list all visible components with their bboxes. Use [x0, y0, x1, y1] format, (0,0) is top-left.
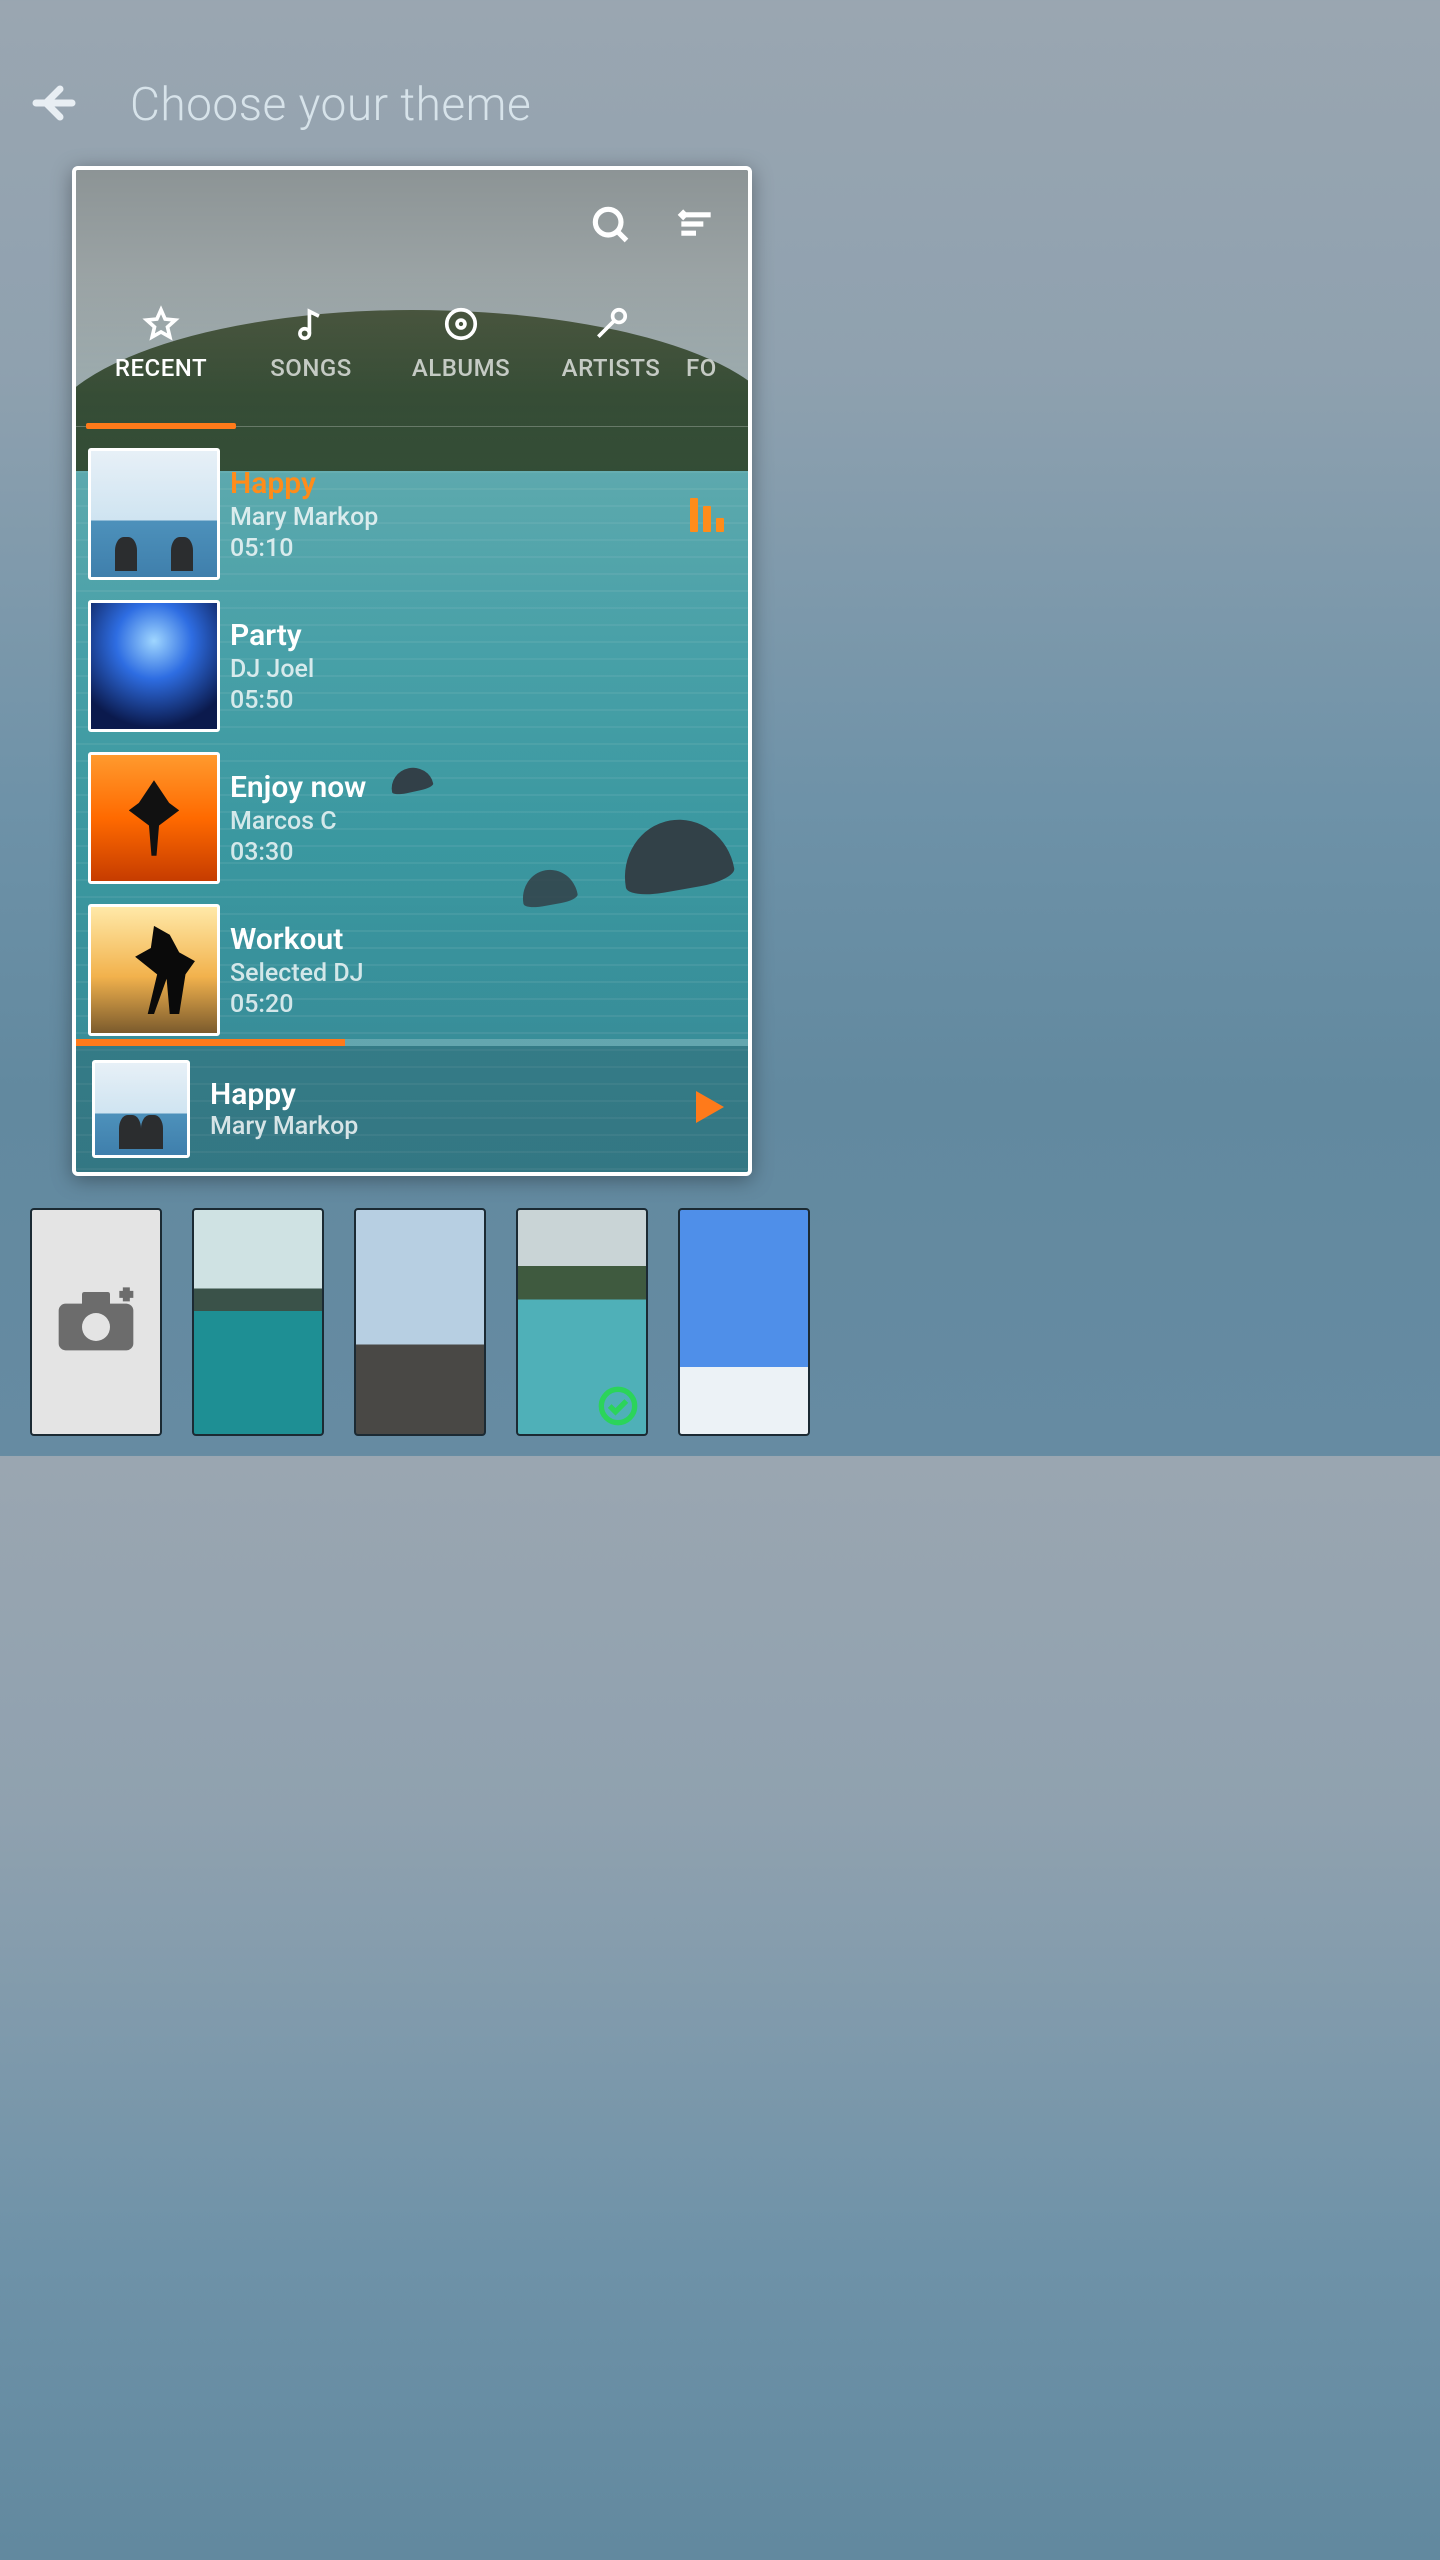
theme-preview: RECENT SONGS ALBUMS ARTISTS: [72, 166, 752, 1176]
track-artist: Marcos C: [230, 807, 366, 836]
theme-thumbnail[interactable]: [354, 1208, 486, 1436]
tab-indicator: [86, 423, 236, 429]
star-icon: [86, 300, 236, 348]
track-duration: 05:50: [230, 686, 314, 715]
tab-recent[interactable]: RECENT: [86, 300, 236, 382]
now-playing-bar[interactable]: Happy Mary Markop: [76, 1046, 748, 1172]
microphone-icon: [536, 300, 686, 348]
camera-add-icon: [53, 1285, 139, 1359]
track-row[interactable]: Happy Mary Markop 05:10: [88, 438, 736, 590]
tab-albums[interactable]: ALBUMS: [386, 300, 536, 382]
tab-artists[interactable]: ARTISTS: [536, 300, 686, 382]
track-duration: 05:10: [230, 534, 378, 563]
track-cover: [88, 904, 220, 1036]
tab-folders-partial[interactable]: FO: [686, 300, 736, 382]
track-cover: [88, 752, 220, 884]
sort-icon[interactable]: [674, 202, 718, 250]
checkmark-icon: [598, 1386, 638, 1426]
track-cover: [88, 448, 220, 580]
equalizer-icon: [690, 496, 724, 532]
disc-icon: [386, 300, 536, 348]
track-duration: 03:30: [230, 838, 366, 867]
track-row[interactable]: Workout Selected DJ 05:20: [88, 894, 736, 1046]
track-artist: Mary Markop: [230, 503, 378, 532]
track-title: Enjoy now: [230, 770, 366, 805]
track-list: Happy Mary Markop 05:10 Party DJ Joel 05…: [88, 438, 736, 1046]
tab-songs[interactable]: SONGS: [236, 300, 386, 382]
track-duration: 05:20: [230, 990, 364, 1019]
track-artist: Selected DJ: [230, 959, 364, 988]
track-title: Happy: [230, 466, 378, 501]
search-icon[interactable]: [588, 202, 632, 250]
page-title: Choose your theme: [130, 78, 531, 132]
back-icon[interactable]: [30, 79, 78, 131]
track-title: Party: [230, 618, 314, 653]
track-row[interactable]: Party DJ Joel 05:50: [88, 590, 736, 742]
theme-thumbnail[interactable]: [516, 1208, 648, 1436]
track-cover: [88, 600, 220, 732]
play-icon[interactable]: [684, 1083, 732, 1135]
progress-fill: [76, 1039, 345, 1046]
theme-thumbnail[interactable]: [678, 1208, 810, 1436]
now-playing-artist: Mary Markop: [210, 1112, 358, 1141]
now-playing-title: Happy: [210, 1077, 358, 1112]
progress-bar[interactable]: [76, 1039, 748, 1046]
track-title: Workout: [230, 922, 364, 957]
track-row[interactable]: Enjoy now Marcos C 03:30: [88, 742, 736, 894]
now-playing-cover: [92, 1060, 190, 1158]
theme-thumbnail[interactable]: [192, 1208, 324, 1436]
tab-bar: RECENT SONGS ALBUMS ARTISTS: [76, 300, 748, 382]
track-artist: DJ Joel: [230, 655, 314, 684]
music-note-icon: [236, 300, 386, 348]
theme-thumbnail-strip: [30, 1208, 810, 1436]
add-theme-button[interactable]: [30, 1208, 162, 1436]
